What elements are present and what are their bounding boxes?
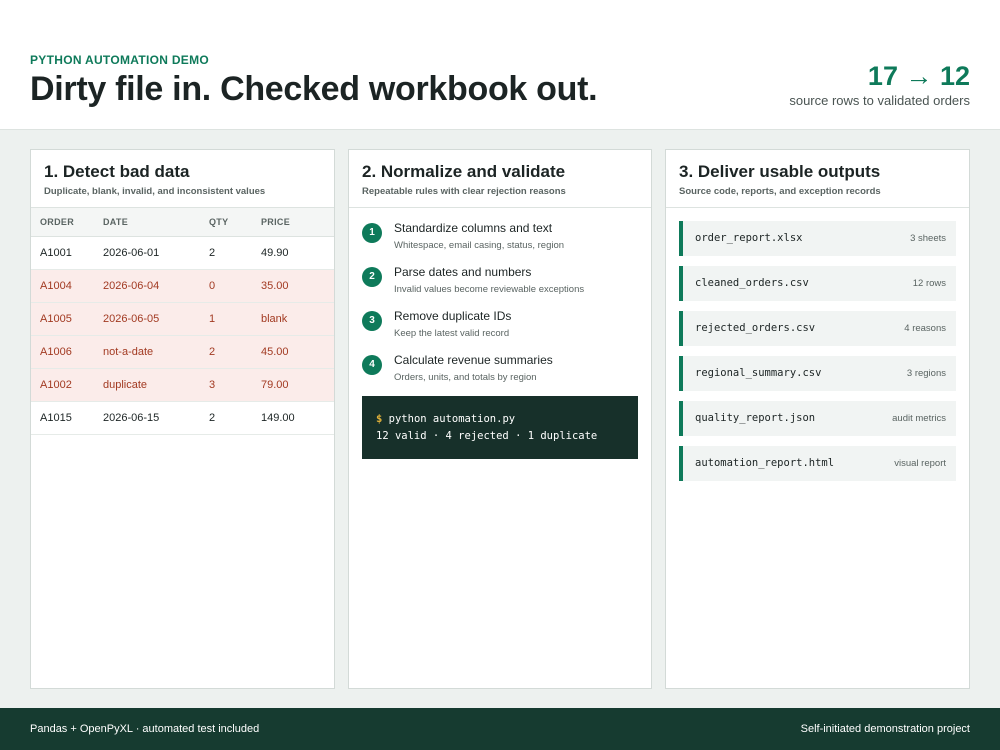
row-count-label: source rows to validated orders xyxy=(789,93,970,108)
column-header-order: ORDER xyxy=(40,216,75,227)
output-file-item: automation_report.html visual report xyxy=(679,446,956,481)
step-description: Invalid values become reviewable excepti… xyxy=(394,284,585,295)
detect-panel-title: 1. Detect bad data xyxy=(44,162,190,181)
output-file-item: order_report.xlsx 3 sheets xyxy=(679,221,956,256)
column-header-date: DATE xyxy=(103,216,129,227)
step-number-badge: 1 xyxy=(362,223,382,243)
order-id-cell: A1004 xyxy=(40,279,72,292)
output-file-item: quality_report.json audit metrics xyxy=(679,401,956,436)
row-count-value: 17 → 12 xyxy=(867,61,970,91)
price-cell: 149.00 xyxy=(261,411,295,424)
step-description: Keep the latest valid record xyxy=(394,328,510,339)
table-row: A1002 duplicate 3 79.00 xyxy=(31,368,334,401)
table-row: A1001 2026-06-01 2 49.90 xyxy=(31,236,334,269)
output-file-item: rejected_orders.csv 4 reasons xyxy=(679,311,956,346)
column-header-qty: QTY xyxy=(209,216,229,227)
terminal-prompt: $ xyxy=(376,413,383,425)
detect-panel: 1. Detect bad data Duplicate, blank, inv… xyxy=(30,149,335,689)
step-item: 2 Parse dates and numbers Invalid values… xyxy=(362,265,651,309)
order-id-cell: A1015 xyxy=(40,411,72,424)
terminal-result: 12 valid · 4 rejected · 1 duplicate xyxy=(376,430,598,442)
output-file-name: order_report.xlsx xyxy=(695,232,803,244)
output-file-meta: 3 sheets xyxy=(910,233,946,244)
step-number-badge: 3 xyxy=(362,311,382,331)
price-cell: 45.00 xyxy=(261,345,289,358)
table-row: A1006 not-a-date 2 45.00 xyxy=(31,335,334,368)
step-number-badge: 2 xyxy=(362,267,382,287)
price-cell: 79.00 xyxy=(261,378,289,391)
normalize-panel: 2. Normalize and validate Repeatable rul… xyxy=(348,149,652,689)
date-cell: 2026-06-05 xyxy=(103,312,160,325)
step-description: Whitespace, email casing, status, region xyxy=(394,240,565,251)
page-title: Dirty file in. Checked workbook out. xyxy=(30,70,598,108)
step-title: Remove duplicate IDs xyxy=(394,309,512,323)
step-title: Standardize columns and text xyxy=(394,221,553,235)
qty-cell: 2 xyxy=(209,345,216,358)
qty-cell: 1 xyxy=(209,312,216,325)
price-cell: blank xyxy=(261,312,288,325)
step-title: Parse dates and numbers xyxy=(394,265,532,279)
qty-cell: 3 xyxy=(209,378,216,391)
output-file-item: cleaned_orders.csv 12 rows xyxy=(679,266,956,301)
date-cell: 2026-06-01 xyxy=(103,246,160,259)
output-file-meta: 12 rows xyxy=(912,278,946,289)
order-id-cell: A1005 xyxy=(40,312,72,325)
date-cell: not-a-date xyxy=(103,345,154,358)
output-file-meta: 3 regions xyxy=(906,368,946,379)
qty-cell: 2 xyxy=(209,246,216,259)
date-cell: 2026-06-15 xyxy=(103,411,160,424)
date-cell: duplicate xyxy=(103,378,148,391)
price-cell: 35.00 xyxy=(261,279,289,292)
column-header-price: PRICE xyxy=(261,216,291,227)
detect-panel-subtitle: Duplicate, blank, invalid, and inconsist… xyxy=(44,186,266,197)
normalize-panel-header: 2. Normalize and validate Repeatable rul… xyxy=(349,150,651,208)
qty-cell: 2 xyxy=(209,411,216,424)
output-file-meta: audit metrics xyxy=(892,413,946,424)
deliver-panel: 3. Deliver usable outputs Source code, r… xyxy=(665,149,970,689)
normalize-panel-title: 2. Normalize and validate xyxy=(362,162,566,181)
table-row: A1015 2026-06-15 2 149.00 xyxy=(31,401,334,434)
order-id-cell: A1006 xyxy=(40,345,72,358)
footer-project-note: Self-initiated demonstration project xyxy=(800,723,970,735)
output-file-name: automation_report.html xyxy=(695,457,835,469)
output-file-item: regional_summary.csv 3 regions xyxy=(679,356,956,391)
deliver-panel-subtitle: Source code, reports, and exception reco… xyxy=(679,186,881,197)
detect-panel-header: 1. Detect bad data Duplicate, blank, inv… xyxy=(31,150,334,208)
step-title: Calculate revenue summaries xyxy=(394,353,553,367)
normalize-panel-subtitle: Repeatable rules with clear rejection re… xyxy=(362,186,566,197)
step-description: Orders, units, and totals by region xyxy=(394,372,537,383)
price-cell: 49.90 xyxy=(261,246,289,259)
step-item: 1 Standardize columns and text Whitespac… xyxy=(362,221,651,265)
output-file-name: quality_report.json xyxy=(695,412,816,424)
orders-table-header: ORDER DATE QTY PRICE xyxy=(31,208,334,236)
terminal-command: python automation.py xyxy=(388,413,516,425)
order-id-cell: A1002 xyxy=(40,378,72,391)
date-cell: 2026-06-04 xyxy=(103,279,160,292)
step-list: 1 Standardize columns and text Whitespac… xyxy=(349,208,651,397)
row-count-stat: 17 → 12 source rows to validated orders xyxy=(789,60,970,108)
deliver-panel-title: 3. Deliver usable outputs xyxy=(679,162,881,181)
order-id-cell: A1001 xyxy=(40,246,72,259)
output-file-meta: visual report xyxy=(894,458,946,469)
step-item: 3 Remove duplicate IDs Keep the latest v… xyxy=(362,309,651,353)
deliver-panel-header: 3. Deliver usable outputs Source code, r… xyxy=(666,150,969,208)
step-item: 4 Calculate revenue summaries Orders, un… xyxy=(362,353,651,397)
page-header: PYTHON AUTOMATION DEMO Dirty file in. Ch… xyxy=(0,0,1000,130)
output-file-name: cleaned_orders.csv xyxy=(695,277,809,289)
output-file-name: rejected_orders.csv xyxy=(695,322,816,334)
footer-tech-note: Pandas + OpenPyXL · automated test inclu… xyxy=(30,723,260,735)
page-footer: Pandas + OpenPyXL · automated test inclu… xyxy=(0,708,1000,750)
table-row: A1004 2026-06-04 0 35.00 xyxy=(31,269,334,302)
step-number-badge: 4 xyxy=(362,355,382,375)
qty-cell: 0 xyxy=(209,279,216,292)
output-file-name: regional_summary.csv xyxy=(695,367,822,379)
table-row: A1005 2026-06-05 1 blank xyxy=(31,302,334,335)
orders-table: ORDER DATE QTY PRICE A1001 2026-06-01 2 … xyxy=(31,208,334,435)
terminal-output: $ python automation.py 12 valid · 4 reje… xyxy=(362,396,638,459)
output-file-list: order_report.xlsx 3 sheets cleaned_order… xyxy=(666,208,969,481)
eyebrow-label: PYTHON AUTOMATION DEMO xyxy=(30,53,210,67)
output-file-meta: 4 reasons xyxy=(904,323,946,334)
